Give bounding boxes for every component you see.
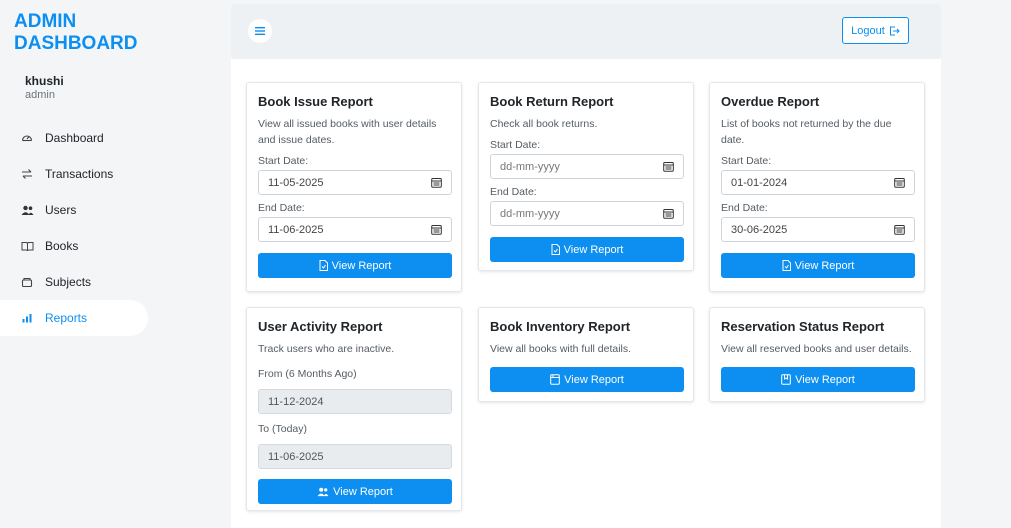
sidebar-item-label: Reports	[45, 311, 88, 325]
view-report-label: View Report	[563, 243, 624, 256]
start-date-label: Start Date:	[721, 155, 772, 167]
view-report-label: View Report	[331, 259, 392, 272]
book-icon	[19, 238, 35, 254]
card-description: View all issued books with user details …	[258, 118, 437, 146]
sidebar-item-label: Users	[45, 203, 77, 217]
calendar-icon[interactable]	[894, 177, 905, 188]
logout-label: Logout	[851, 24, 885, 37]
sidebar-item-label: Subjects	[45, 275, 92, 289]
reports-icon	[19, 310, 35, 326]
sidebar-item-users[interactable]: Users	[0, 192, 148, 228]
transactions-icon	[19, 166, 35, 182]
from-date-input: 11-12-2024	[258, 389, 452, 414]
book-return-report-card: Book Return Report Check all book return…	[478, 82, 694, 271]
card-description: Check all book returns.	[490, 118, 598, 130]
end-date-label: End Date:	[721, 202, 768, 214]
view-report-button[interactable]: View Report	[721, 367, 915, 392]
view-report-label: View Report	[333, 485, 393, 498]
from-date-label: From (6 Months Ago)	[258, 368, 357, 380]
user-activity-report-card: User Activity Report Track users who are…	[246, 307, 462, 511]
calendar-icon[interactable]	[663, 208, 674, 219]
sidebar-item-subjects[interactable]: Subjects	[0, 264, 148, 300]
user-name: khushi	[25, 74, 64, 88]
view-report-label: View Report	[795, 373, 855, 386]
end-date-value: 11-06-2025	[268, 223, 324, 236]
card-title: Reservation Status Report	[721, 319, 885, 334]
logout-button[interactable]: Logout	[842, 17, 909, 44]
card-description: Track users who are inactive.	[258, 343, 395, 355]
to-date-input: 11-06-2025	[258, 444, 452, 469]
sidebar-item-label: Books	[45, 239, 79, 253]
calendar-icon[interactable]	[894, 224, 905, 235]
brand-title: ADMIN DASHBOARD	[14, 11, 138, 54]
book-icon	[550, 374, 560, 385]
start-date-input[interactable]: 01-01-2024	[721, 170, 915, 195]
from-date-value: 11-12-2024	[268, 395, 324, 408]
card-title: Overdue Report	[721, 94, 820, 109]
bookmark-icon	[781, 374, 791, 385]
card-description: View all books with full details.	[490, 343, 632, 355]
end-date-input[interactable]: dd-mm-yyyy	[490, 201, 684, 226]
to-date-label: To (Today)	[258, 423, 308, 435]
view-report-label: View Report	[564, 373, 624, 386]
start-date-input[interactable]: 11-05-2025	[258, 170, 452, 195]
calendar-icon[interactable]	[431, 224, 442, 235]
start-date-placeholder: dd-mm-yyyy	[500, 160, 560, 173]
sidebar-item-reports[interactable]: Reports	[0, 300, 148, 336]
start-date-label: Start Date:	[490, 139, 541, 151]
card-description: View all reserved books and user details…	[721, 343, 912, 355]
hamburger-icon	[255, 27, 265, 35]
card-title: User Activity Report	[258, 319, 383, 334]
file-icon	[551, 244, 560, 255]
card-description: List of books not returned by the due da…	[721, 118, 892, 146]
start-date-value: 01-01-2024	[731, 176, 788, 189]
reservation-status-report-card: Reservation Status Report View all reser…	[709, 307, 925, 402]
end-date-input[interactable]: 30-06-2025	[721, 217, 915, 242]
users-icon	[19, 202, 35, 218]
subjects-icon	[19, 274, 35, 290]
book-issue-report-card: Book Issue Report View all issued books …	[246, 82, 462, 292]
card-title: Book Return Report	[490, 94, 614, 109]
sidebar-item-dashboard[interactable]: Dashboard	[0, 120, 148, 156]
view-report-button[interactable]: View Report	[721, 253, 915, 278]
card-title: Book Inventory Report	[490, 319, 631, 334]
sidebar-item-transactions[interactable]: Transactions	[0, 156, 148, 192]
sidebar-item-label: Transactions	[45, 167, 114, 181]
overdue-report-card: Overdue Report List of books not returne…	[709, 82, 925, 292]
start-date-label: Start Date:	[258, 155, 309, 167]
dashboard-icon	[19, 130, 35, 146]
end-date-input[interactable]: 11-06-2025	[258, 217, 452, 242]
logout-icon	[889, 26, 900, 35]
user-role: admin	[25, 89, 55, 101]
users-icon	[317, 487, 329, 496]
calendar-icon[interactable]	[663, 161, 674, 172]
sidebar-item-books[interactable]: Books	[0, 228, 148, 264]
view-report-button[interactable]: View Report	[490, 237, 684, 262]
file-icon	[782, 260, 791, 271]
sidebar-item-label: Dashboard	[45, 131, 104, 145]
end-date-value: 30-06-2025	[731, 223, 788, 236]
view-report-button[interactable]: View Report	[258, 479, 452, 504]
start-date-input[interactable]: dd-mm-yyyy	[490, 154, 684, 179]
card-title: Book Issue Report	[258, 94, 373, 109]
end-date-label: End Date:	[258, 202, 305, 214]
sidebar: ADMIN DASHBOARD khushi admin Dashboard T…	[0, 0, 164, 528]
book-inventory-report-card: Book Inventory Report View all books wit…	[478, 307, 694, 402]
end-date-label: End Date:	[490, 186, 537, 198]
view-report-label: View Report	[794, 259, 855, 272]
view-report-button[interactable]: View Report	[258, 253, 452, 278]
calendar-icon[interactable]	[431, 177, 442, 188]
end-date-placeholder: dd-mm-yyyy	[500, 207, 560, 220]
menu-toggle-button[interactable]	[248, 19, 272, 43]
file-icon	[319, 260, 328, 271]
topbar: Logout	[231, 4, 941, 59]
to-date-value: 11-06-2025	[268, 450, 324, 463]
start-date-value: 11-05-2025	[268, 176, 324, 189]
main-content: Book Issue Report View all issued books …	[231, 59, 941, 528]
view-report-button[interactable]: View Report	[490, 367, 684, 392]
